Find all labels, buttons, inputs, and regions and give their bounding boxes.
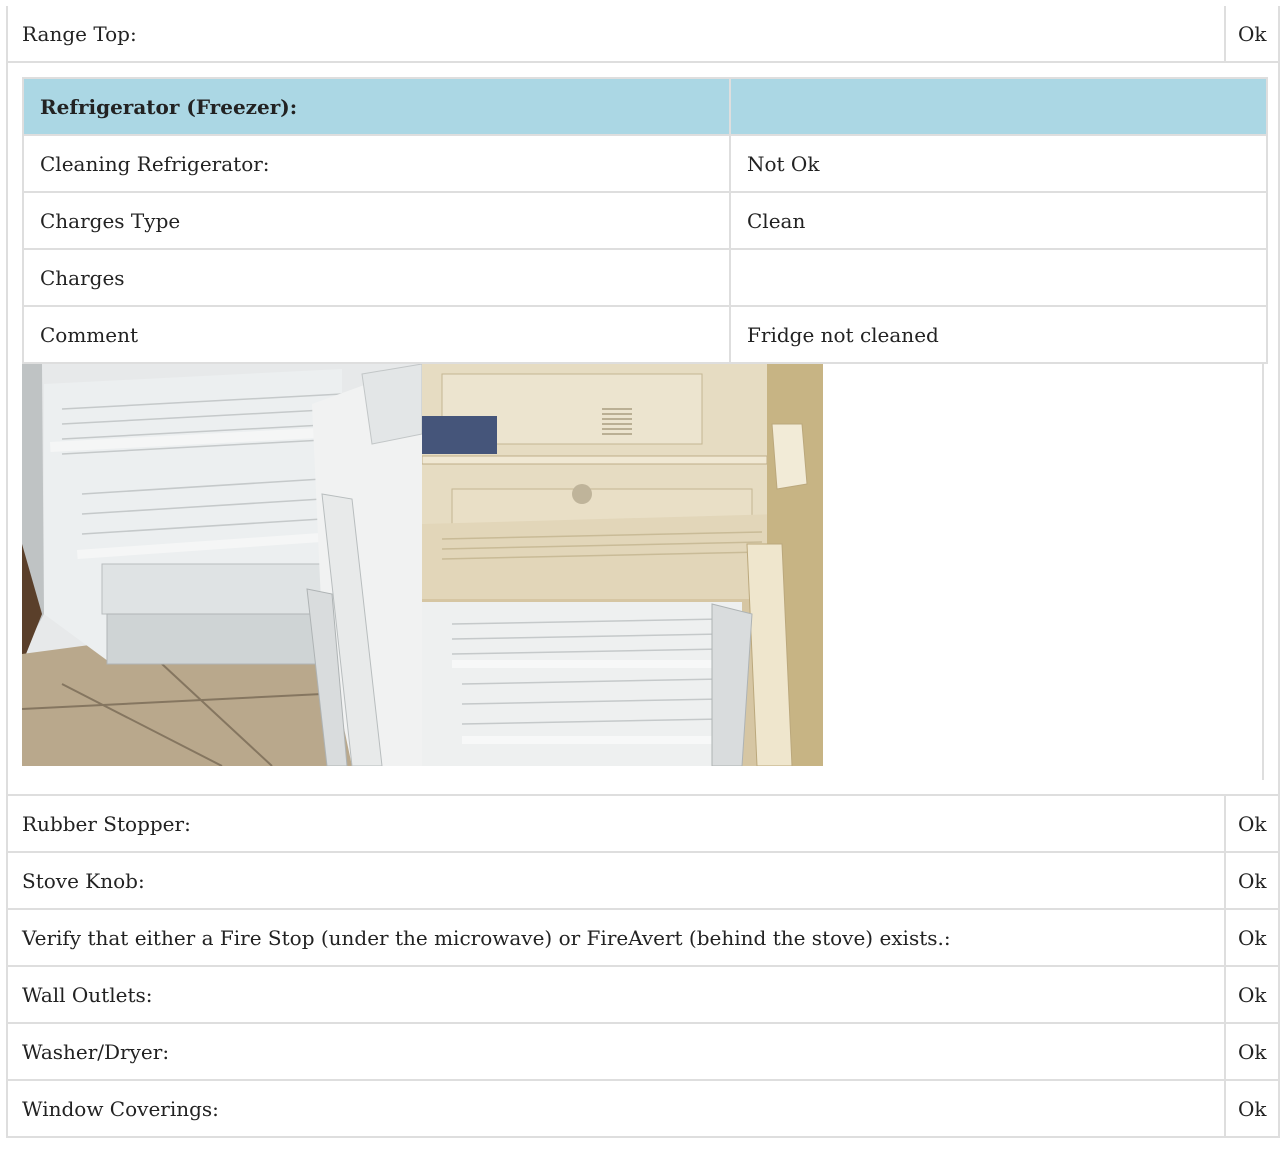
item-label: Comment	[22, 305, 731, 364]
item-label: Verify that either a Fire Stop (under th…	[6, 908, 1226, 967]
item-label: Window Coverings:	[6, 1079, 1226, 1138]
table-row: Stove Knob: Ok	[6, 851, 1280, 910]
item-value: Ok	[1224, 1022, 1280, 1081]
item-value: Not Ok	[729, 134, 1268, 193]
item-label: Washer/Dryer:	[6, 1022, 1226, 1081]
refrigerator-section: Refrigerator (Freezer): Cleaning Refrige…	[6, 61, 1280, 796]
table-row: Charges	[22, 248, 1268, 307]
section-title: Refrigerator (Freezer):	[22, 77, 731, 136]
table-row: Charges Type Clean	[22, 191, 1268, 250]
item-value: Ok	[1224, 794, 1280, 853]
section-title-value	[729, 77, 1268, 136]
item-value: Ok	[1224, 908, 1280, 967]
item-value: Ok	[1224, 6, 1280, 63]
item-label: Stove Knob:	[6, 851, 1226, 910]
item-value: Clean	[729, 191, 1268, 250]
item-label: Charges	[22, 248, 731, 307]
item-label: Cleaning Refrigerator:	[22, 134, 731, 193]
section-header: Refrigerator (Freezer):	[22, 77, 1268, 136]
refrigerator-table: Refrigerator (Freezer): Cleaning Refrige…	[22, 77, 1268, 364]
table-row: Verify that either a Fire Stop (under th…	[6, 908, 1280, 967]
item-label: Rubber Stopper:	[6, 794, 1226, 853]
item-value: Ok	[1224, 1079, 1280, 1138]
inspection-checklist: Range Top: Ok Refrigerator (Freezer): Cl…	[6, 6, 1280, 1138]
photo-gallery	[22, 364, 1264, 780]
item-label: Range Top:	[6, 6, 1226, 63]
checklist-table: Range Top: Ok Refrigerator (Freezer): Cl…	[6, 6, 1280, 1138]
table-row: Wall Outlets: Ok	[6, 965, 1280, 1024]
item-label: Wall Outlets:	[6, 965, 1226, 1024]
table-row: Rubber Stopper: Ok	[6, 794, 1280, 853]
table-row: Window Coverings: Ok	[6, 1079, 1280, 1138]
item-value: Ok	[1224, 965, 1280, 1024]
item-label: Charges Type	[22, 191, 731, 250]
table-row: Cleaning Refrigerator: Not Ok	[22, 134, 1268, 193]
table-row: Washer/Dryer: Ok	[6, 1022, 1280, 1081]
refrigerator-photo-1[interactable]	[22, 364, 422, 766]
table-row: Comment Fridge not cleaned	[22, 305, 1268, 364]
item-value	[729, 248, 1268, 307]
table-row: Range Top: Ok	[6, 6, 1280, 63]
item-value: Ok	[1224, 851, 1280, 910]
refrigerator-photo-2[interactable]	[422, 364, 823, 766]
item-value: Fridge not cleaned	[729, 305, 1268, 364]
